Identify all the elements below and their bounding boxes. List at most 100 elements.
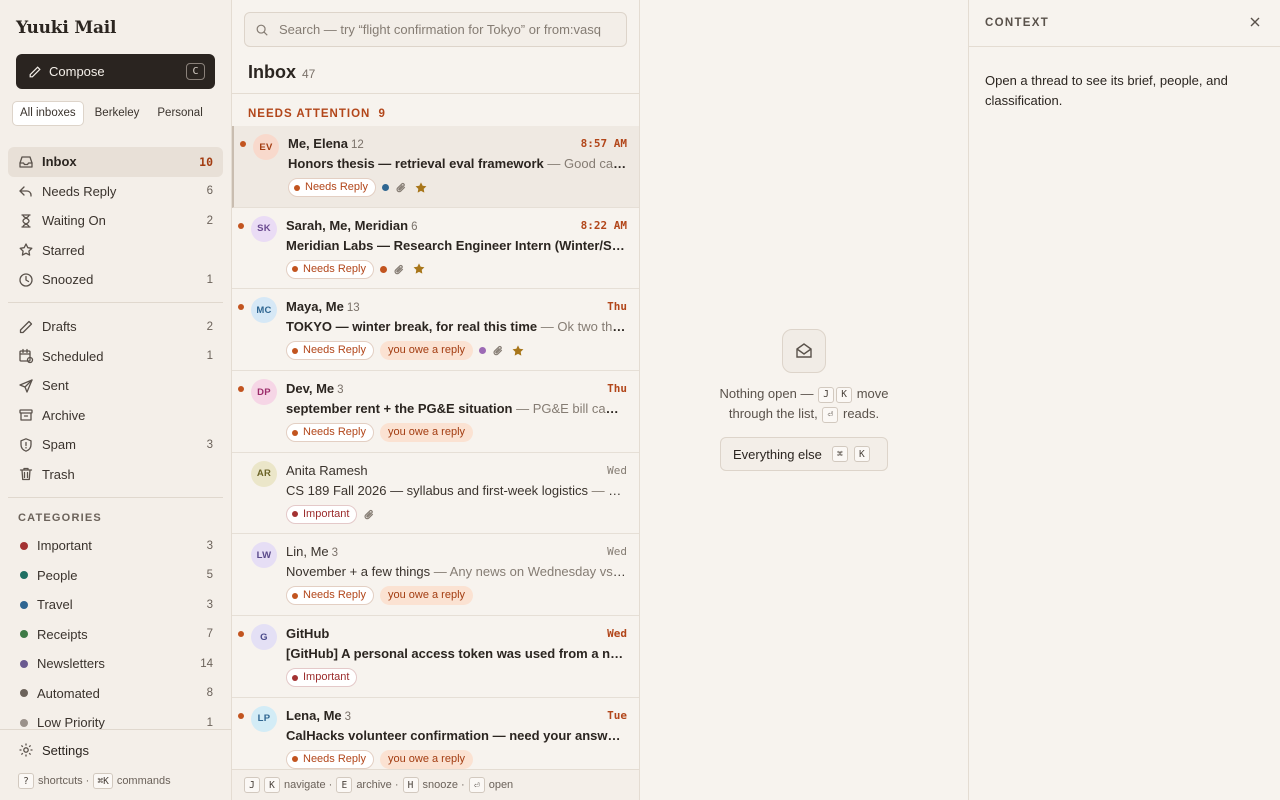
sidebar-item-people[interactable]: People 5 [8, 561, 223, 591]
scope-all-inboxes[interactable]: All inboxes [12, 101, 84, 126]
settings-button[interactable]: Settings [18, 742, 89, 758]
thread-snippet: — Hi all [591, 482, 626, 498]
thread-sender: GitHub [286, 626, 329, 641]
command-palette-button[interactable]: Everything else ⌘ K [720, 437, 888, 471]
thread-sender: Lena, Me 3 [286, 708, 351, 723]
star-icon[interactable] [412, 262, 426, 276]
needs-reply-tag: Needs Reply [286, 259, 374, 279]
sidebar-item-count: 6 [206, 185, 213, 198]
important-tag: Important [286, 504, 358, 524]
thread-row[interactable]: SK Sarah, Me, Meridian 6 8:22 AM Meridian La… [232, 208, 639, 290]
thread-row[interactable]: EV Me, Elena 12 8:57 AM Honors thesis — retr… [232, 126, 639, 208]
sidebar-item-label: Archive [42, 407, 86, 423]
sidebar-item-count: 3 [206, 539, 213, 552]
sidebar-item-label: Scheduled [42, 348, 104, 364]
hint-text: snooze · [422, 779, 465, 791]
sidebar-item-label: Needs Reply [42, 183, 117, 199]
sidebar-item-newsletters[interactable]: Newsletters 14 [8, 649, 223, 679]
star-icon[interactable] [414, 181, 428, 195]
sidebar-item-receipts[interactable]: Receipts 7 [8, 620, 223, 650]
thread-row[interactable]: DP Dev, Me 3 Thu september rent + the PG&E s… [232, 371, 639, 453]
sidebar-item-label: Automated [37, 685, 100, 701]
sidebar-item-important[interactable]: Important 3 [8, 531, 223, 561]
thread-sender: Sarah, Me, Meridian 6 [286, 218, 418, 233]
sidebar-item-spam[interactable]: Spam 3 [8, 430, 223, 460]
thread-time: 8:57 AM [580, 137, 627, 150]
sidebar-item-label: Snoozed [42, 272, 94, 288]
needs-reply-tag: Needs Reply [286, 423, 374, 443]
avatar: LW [251, 542, 277, 569]
avatar: G [251, 624, 277, 651]
thread-message-count: 6 [411, 220, 418, 233]
sidebar-item-scheduled[interactable]: Scheduled 1 [8, 342, 223, 372]
list-shortcut-bar: J K navigate · E archive · H snooze · ⏎ … [232, 769, 639, 800]
thread-time: Thu [607, 382, 627, 396]
command-palette-label: Everything else [733, 446, 822, 462]
empty-text-part: reads. [843, 406, 880, 421]
thread-tags: Needs Reply you owe a reply [286, 341, 525, 361]
thread-time: Wed [607, 627, 627, 641]
scope-berkeley[interactable]: Berkeley [88, 101, 147, 126]
avatar: AR [251, 460, 277, 487]
owe-reply-badge: you owe a reply [379, 341, 474, 361]
avatar: SK [251, 215, 277, 242]
needs-reply-tag: Needs Reply [286, 586, 374, 606]
close-icon[interactable] [1248, 15, 1262, 29]
thread-snippet: — Good catch [543, 156, 628, 171]
thread-time: 8:22 AM [580, 218, 627, 232]
sidebar-item-archive[interactable]: Archive [8, 401, 223, 431]
sidebar-item-snoozed[interactable]: Snoozed 1 [8, 265, 223, 295]
gear-icon [19, 743, 33, 757]
list-divider [232, 93, 639, 94]
clock-icon [18, 272, 34, 288]
inbox-total-count: 47 [302, 67, 316, 81]
sidebar-item-travel[interactable]: Travel 3 [8, 590, 223, 620]
thread-message-count: 13 [346, 302, 360, 315]
thread-row[interactable]: AR Anita Ramesh Wed CS 189 Fall 2026 — syll… [232, 453, 639, 535]
unread-dot [238, 712, 244, 719]
sidebar-item-count: 8 [206, 687, 213, 700]
thread-subject: CalHacks volunteer confirmation — need y… [286, 728, 626, 743]
thread-message-count: 12 [350, 139, 364, 151]
send-icon [18, 378, 34, 394]
hint-text: open [488, 779, 514, 791]
shortcut-key: H [402, 777, 419, 793]
tag-dot [292, 511, 298, 518]
tag-label: Important [303, 507, 350, 520]
sidebar-item-drafts[interactable]: Drafts 2 [8, 312, 223, 342]
sidebar-item-trash[interactable]: Trash [8, 460, 223, 490]
shortcut-key: J [244, 777, 260, 793]
scope-personal[interactable]: Personal [150, 101, 209, 126]
unread-dot [238, 304, 244, 311]
search-input[interactable]: Search — try “flight confirmation for To… [244, 12, 627, 47]
sidebar-item-starred[interactable]: Starred [8, 236, 223, 266]
tag-label: Important [303, 671, 350, 684]
owe-reply-badge: you owe a reply [379, 749, 474, 769]
sidebar-item-count: 3 [206, 598, 213, 611]
unread-dot [240, 141, 246, 147]
nav-divider [8, 497, 223, 498]
tag-dot [292, 266, 298, 273]
compose-button[interactable]: Compose C [16, 54, 215, 89]
search-icon [256, 24, 268, 36]
search-placeholder: Search — try “flight confirmation for To… [279, 22, 601, 37]
sidebar-item-label: Starred [42, 242, 85, 258]
sidebar-item-waiting-on[interactable]: Waiting On 2 [8, 206, 223, 236]
sidebar-item-sent[interactable]: Sent [8, 371, 223, 401]
sidebar-hints: ? shortcuts · ⌘K commands [18, 773, 171, 789]
thread-row[interactable]: LW Lin, Me 3 Wed November + a few things — A… [232, 534, 639, 617]
category-color-dot [20, 541, 28, 550]
thread-row[interactable]: LP Lena, Me 3 Tue CalHacks volunteer confirm… [232, 698, 639, 780]
sidebar-item-needs-reply[interactable]: Needs Reply 6 [8, 177, 223, 207]
context-body: Open a thread to see its brief, people, … [985, 73, 1228, 108]
thread-row[interactable]: MC Maya, Me 13 Thu TOKYO — winter break, for… [232, 289, 639, 372]
thread-row[interactable]: G GitHub Wed [GitHub] A personal access tok… [232, 616, 639, 698]
pencil-icon [29, 65, 41, 77]
sidebar-item-inbox[interactable]: Inbox 10 [8, 147, 223, 177]
shortcut-key: ⏎ [822, 406, 839, 423]
section-title: NEEDS ATTENTION [248, 108, 371, 120]
star-icon[interactable] [511, 344, 525, 358]
thread-list-pane: Search — try “flight confirmation for To… [232, 0, 640, 800]
context-pane: CONTEXT Open a thread to see its brief, … [968, 0, 1280, 800]
sidebar-item-automated[interactable]: Automated 8 [8, 679, 223, 709]
